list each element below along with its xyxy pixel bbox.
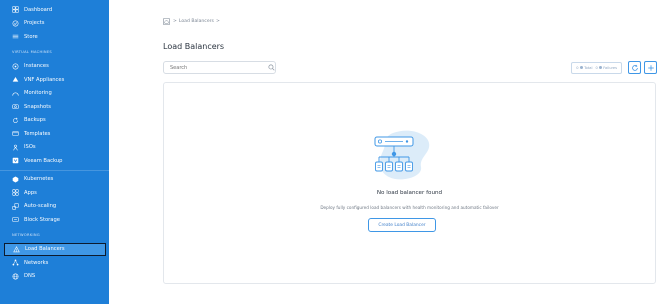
sidebar-item-label: Veeam Backup [24,157,63,164]
status-filter-chip[interactable]: 0 Total 0 Failures [571,61,622,74]
chip-label-total: Total [584,65,593,70]
sidebar-item-block-storage[interactable]: Block Storage [0,213,109,227]
veeam-icon [11,157,19,165]
networks-icon [11,259,19,267]
sidebar-item-projects[interactable]: Projects [0,17,109,31]
instances-icon [11,62,19,70]
refresh-button[interactable] [628,61,641,74]
sidebar-item-label: Snapshots [24,103,51,110]
sidebar-divider [0,169,109,171]
sidebar-item-vnf-appliances[interactable]: VNF Appliances [0,73,109,87]
sidebar-item-auto-scaling[interactable]: Auto-scaling [0,200,109,214]
vnf-icon [11,76,19,84]
sidebar-item-veeam-backup[interactable]: Veeam Backup [0,154,109,168]
main-content: > Load Balancers > Load Balancers 0 Tota… [110,0,670,304]
chip-label-failures: Failures [603,65,617,70]
create-load-balancer-button[interactable]: Create Load Balancer [368,218,436,232]
sidebar-other-group: Kubernetes Apps Auto-scaling Block Storage [0,173,109,227]
breadcrumb: > Load Balancers > [163,18,222,25]
sidebar-item-isos[interactable]: ISOs [0,141,109,155]
snapshots-icon [11,103,19,111]
search-box[interactable] [163,61,276,74]
search-input[interactable] [164,64,266,71]
chip-count-failures: 0 [595,65,598,70]
autoscaling-icon [11,202,19,210]
sidebar-item-label: Templates [24,130,51,137]
monitoring-icon [11,89,19,97]
load-balancer-icon [12,245,20,253]
sidebar-item-label: Projects [24,20,45,27]
sidebar-item-store[interactable]: Store [0,30,109,44]
home-icon[interactable] [163,18,170,25]
sidebar-item-monitoring[interactable]: Monitoring [0,87,109,101]
sidebar-top-group: Dashboard Projects Store [0,3,109,44]
sidebar-item-templates[interactable]: Templates [0,127,109,141]
sidebar-item-label: Monitoring [24,90,52,97]
sidebar-net-group: Load Balancers Networks DNS [0,242,109,284]
apps-icon [11,189,19,197]
sidebar-item-label: Load Balancers [25,246,65,253]
sidebar-item-label: Apps [24,189,37,196]
sidebar-item-label: Store [24,33,38,40]
sidebar-item-dns[interactable]: DNS [0,270,109,284]
sidebar-item-networks[interactable]: Networks [0,256,109,270]
sidebar-section-networking: NETWORKING [12,232,40,237]
sidebar-item-label: Dashboard [24,6,53,13]
dashboard-icon [11,6,19,14]
search-icon[interactable] [268,64,275,71]
sidebar-item-label: ISOs [24,144,36,151]
empty-state-title: No load balancer found [376,190,443,196]
status-dot-icon [579,66,583,69]
dns-icon [11,272,19,280]
sidebar-item-label: Backups [24,117,46,124]
sidebar-item-kubernetes[interactable]: Kubernetes [0,173,109,187]
store-icon [11,33,19,41]
sidebar-item-label: VNF Appliances [24,76,65,83]
add-button[interactable] [644,61,657,74]
sidebar-item-label: Networks [24,259,49,266]
block-storage-icon [11,216,19,224]
page-title: Load Balancers [163,42,225,51]
templates-icon [11,130,19,138]
empty-state-panel: No load balancer found Deploy fully conf… [163,82,656,284]
backups-icon [11,116,19,124]
kubernetes-icon [11,175,19,183]
status-dot-icon [598,66,602,69]
load-balancer-illustration [374,130,430,180]
isos-icon [11,143,19,151]
breadcrumb-current: Load Balancers [178,19,214,24]
sidebar-item-label: Instances [24,63,49,70]
sidebar-item-instances[interactable]: Instances [0,60,109,74]
sidebar-item-label: Auto-scaling [24,203,57,210]
chip-count-total: 0 [576,65,579,70]
sidebar-item-apps[interactable]: Apps [0,186,109,200]
sidebar-item-label: Block Storage [24,216,60,223]
refresh-icon [631,64,638,71]
sidebar-item-snapshots[interactable]: Snapshots [0,100,109,114]
sidebar-section-virtual-machines: VIRTUAL MACHINES [12,49,52,54]
sidebar-item-dashboard[interactable]: Dashboard [0,3,109,17]
sidebar: Dashboard Projects Store VIRTUAL MACHINES … [0,0,109,304]
sidebar-vm-group: Instances VNF Appliances Monitoring Snapsho… [0,60,109,168]
sidebar-item-label: Kubernetes [24,176,54,183]
toolbar-right: 0 Total 0 Failures [571,61,657,74]
breadcrumb-separator: > [215,19,220,24]
breadcrumb-separator: > [173,19,177,24]
sidebar-item-load-balancers[interactable]: Load Balancers [4,242,106,256]
empty-state-description: Deploy fully configured load balancers w… [320,205,499,210]
plus-icon [647,64,654,71]
sidebar-item-label: DNS [24,273,36,280]
projects-icon [11,19,19,27]
sidebar-item-backups[interactable]: Backups [0,114,109,128]
